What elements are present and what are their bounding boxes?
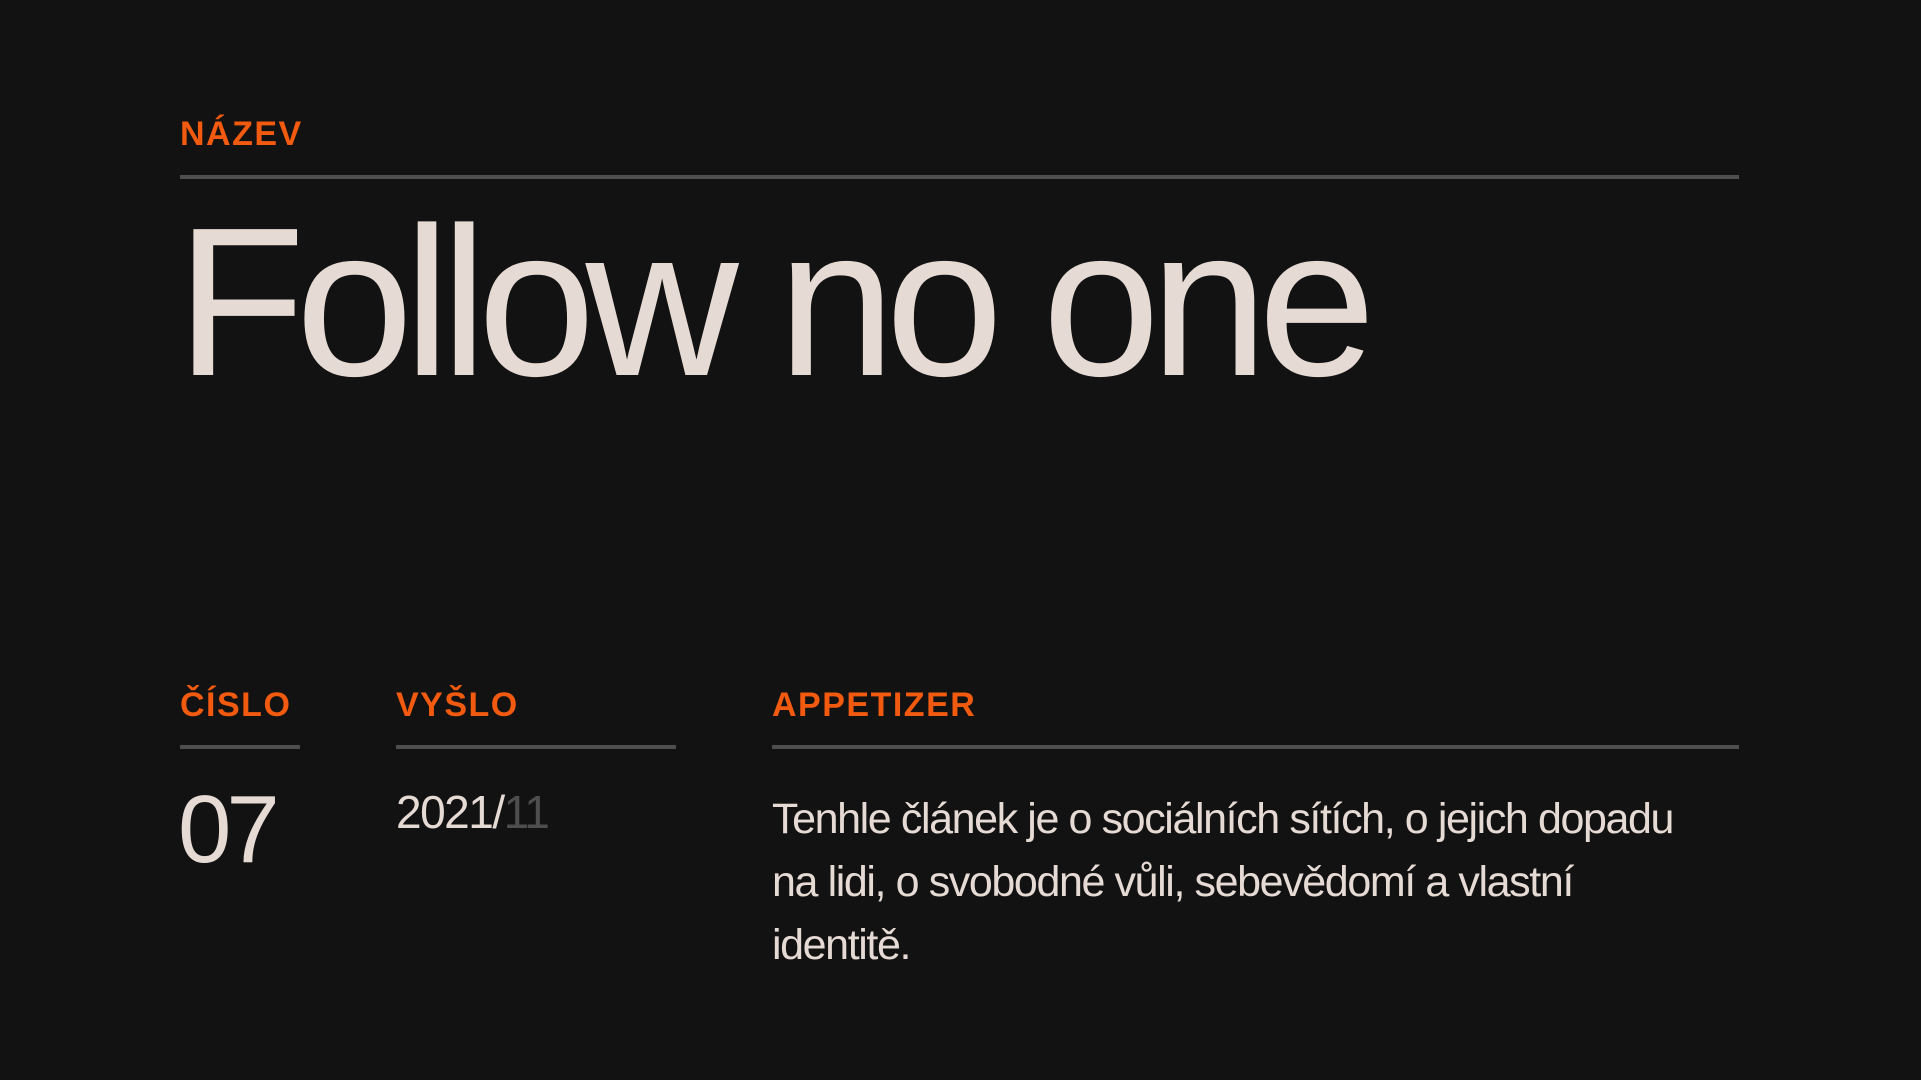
article-card: NÁZEV Follow no one ČÍSLO 07 VYŠLO 2021/… bbox=[0, 0, 1921, 1080]
issue-label: ČÍSLO bbox=[180, 686, 292, 724]
article-title: Follow no one bbox=[176, 183, 1376, 420]
issue-divider bbox=[180, 745, 300, 749]
published-divider bbox=[396, 745, 676, 749]
published-date: 2021/11 bbox=[396, 786, 550, 838]
published-month: 11 bbox=[503, 786, 550, 838]
appetizer-divider bbox=[772, 745, 1739, 749]
appetizer-label: APPETIZER bbox=[772, 686, 977, 724]
appetizer-text: Tenhle článek je o sociálních sítích, o … bbox=[772, 795, 1674, 969]
title-divider bbox=[180, 175, 1739, 179]
published-label: VYŠLO bbox=[396, 686, 519, 724]
title-label: NÁZEV bbox=[180, 115, 303, 153]
issue-number: 07 bbox=[178, 776, 280, 883]
published-year: 2021/ bbox=[396, 786, 505, 838]
